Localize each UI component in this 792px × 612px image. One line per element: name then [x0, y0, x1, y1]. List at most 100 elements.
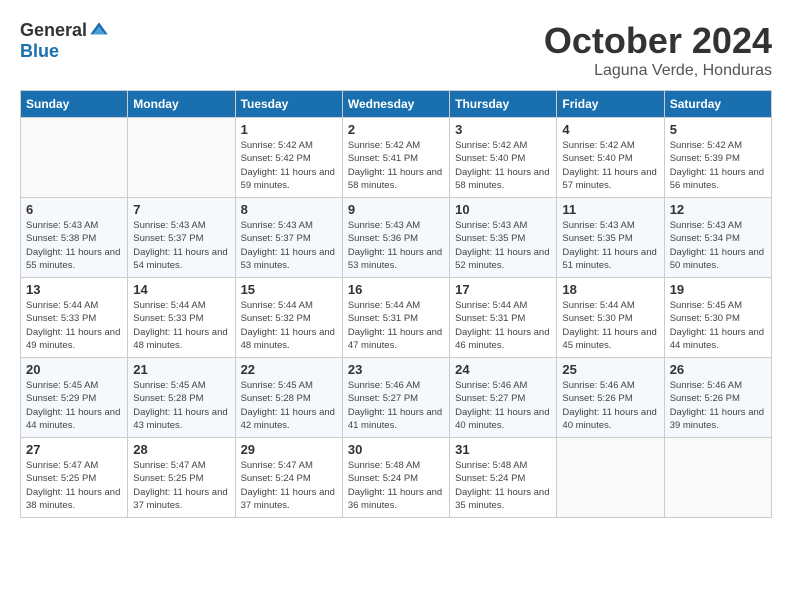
calendar-table: SundayMondayTuesdayWednesdayThursdayFrid…	[20, 90, 772, 518]
day-info: Sunrise: 5:43 AMSunset: 5:38 PMDaylight:…	[26, 219, 122, 272]
day-info: Sunrise: 5:45 AMSunset: 5:28 PMDaylight:…	[241, 379, 337, 432]
day-number: 17	[455, 282, 551, 297]
calendar-cell: 4 Sunrise: 5:42 AMSunset: 5:40 PMDaylight…	[557, 118, 664, 198]
day-number: 7	[133, 202, 229, 217]
header-day: Sunday	[21, 91, 128, 118]
day-number: 27	[26, 442, 122, 457]
day-number: 15	[241, 282, 337, 297]
calendar-week-row: 20Sunrise: 5:45 AMSunset: 5:29 PMDayligh…	[21, 358, 772, 438]
day-number: 28	[133, 442, 229, 457]
calendar-week-row: 6 Sunrise: 5:43 AMSunset: 5:38 PMDaylight…	[21, 198, 772, 278]
day-number: 3	[455, 122, 551, 137]
day-info: Sunrise: 5:47 AMSunset: 5:25 PMDaylight:…	[26, 459, 122, 512]
calendar-cell: 12 Sunrise: 5:43 AMSunset: 5:34 PMDayligh…	[664, 198, 771, 278]
day-info: Sunrise: 5:42 AMSunset: 5:41 PMDaylight:…	[348, 139, 444, 192]
day-number: 30	[348, 442, 444, 457]
day-info: Sunrise: 5:44 AMSunset: 5:31 PMDaylight:…	[348, 299, 444, 352]
logo-icon	[89, 21, 109, 41]
day-number: 1	[241, 122, 337, 137]
day-info: Sunrise: 5:45 AMSunset: 5:28 PMDaylight:…	[133, 379, 229, 432]
calendar-cell: 28Sunrise: 5:47 AMSunset: 5:25 PMDayligh…	[128, 438, 235, 518]
day-info: Sunrise: 5:46 AMSunset: 5:26 PMDaylight:…	[562, 379, 658, 432]
location-subtitle: Laguna Verde, Honduras	[544, 62, 772, 80]
day-number: 31	[455, 442, 551, 457]
day-number: 24	[455, 362, 551, 377]
day-info: Sunrise: 5:44 AMSunset: 5:33 PMDaylight:…	[133, 299, 229, 352]
day-info: Sunrise: 5:45 AMSunset: 5:29 PMDaylight:…	[26, 379, 122, 432]
calendar-cell: 27 Sunrise: 5:47 AMSunset: 5:25 PMDayligh…	[21, 438, 128, 518]
logo-blue-text: Blue	[20, 41, 59, 62]
header-day: Wednesday	[342, 91, 449, 118]
day-info: Sunrise: 5:44 AMSunset: 5:31 PMDaylight:…	[455, 299, 551, 352]
calendar-cell	[21, 118, 128, 198]
calendar-cell: 10 Sunrise: 5:43 AMSunset: 5:35 PMDayligh…	[450, 198, 557, 278]
calendar-cell: 22Sunrise: 5:45 AMSunset: 5:28 PMDayligh…	[235, 358, 342, 438]
day-number: 18	[562, 282, 658, 297]
day-number: 14	[133, 282, 229, 297]
header-day: Thursday	[450, 91, 557, 118]
day-info: Sunrise: 5:43 AMSunset: 5:36 PMDaylight:…	[348, 219, 444, 272]
day-number: 5	[670, 122, 766, 137]
day-info: Sunrise: 5:42 AMSunset: 5:42 PMDaylight:…	[241, 139, 337, 192]
day-info: Sunrise: 5:42 AMSunset: 5:40 PMDaylight:…	[562, 139, 658, 192]
day-info: Sunrise: 5:48 AMSunset: 5:24 PMDaylight:…	[455, 459, 551, 512]
day-info: Sunrise: 5:46 AMSunset: 5:26 PMDaylight:…	[670, 379, 766, 432]
calendar-cell: 26 Sunrise: 5:46 AMSunset: 5:26 PMDayligh…	[664, 358, 771, 438]
calendar-cell: 17 Sunrise: 5:44 AMSunset: 5:31 PMDayligh…	[450, 278, 557, 358]
day-number: 13	[26, 282, 122, 297]
day-info: Sunrise: 5:43 AMSunset: 5:37 PMDaylight:…	[133, 219, 229, 272]
calendar-cell: 16 Sunrise: 5:44 AMSunset: 5:31 PMDayligh…	[342, 278, 449, 358]
calendar-cell: 14 Sunrise: 5:44 AMSunset: 5:33 PMDayligh…	[128, 278, 235, 358]
calendar-cell: 29 Sunrise: 5:47 AMSunset: 5:24 PMDayligh…	[235, 438, 342, 518]
day-info: Sunrise: 5:48 AMSunset: 5:24 PMDaylight:…	[348, 459, 444, 512]
calendar-cell: 21 Sunrise: 5:45 AMSunset: 5:28 PMDayligh…	[128, 358, 235, 438]
calendar-cell: 23 Sunrise: 5:46 AMSunset: 5:27 PMDayligh…	[342, 358, 449, 438]
day-number: 6	[26, 202, 122, 217]
calendar-cell	[664, 438, 771, 518]
calendar-cell: 15 Sunrise: 5:44 AMSunset: 5:32 PMDayligh…	[235, 278, 342, 358]
day-number: 9	[348, 202, 444, 217]
day-number: 23	[348, 362, 444, 377]
calendar-cell: 24Sunrise: 5:46 AMSunset: 5:27 PMDayligh…	[450, 358, 557, 438]
day-info: Sunrise: 5:46 AMSunset: 5:27 PMDaylight:…	[348, 379, 444, 432]
calendar-cell: 31 Sunrise: 5:48 AMSunset: 5:24 PMDayligh…	[450, 438, 557, 518]
logo: General Blue	[20, 20, 109, 62]
calendar-cell: 19Sunrise: 5:45 AMSunset: 5:30 PMDayligh…	[664, 278, 771, 358]
day-info: Sunrise: 5:47 AMSunset: 5:24 PMDaylight:…	[241, 459, 337, 512]
day-info: Sunrise: 5:43 AMSunset: 5:34 PMDaylight:…	[670, 219, 766, 272]
calendar-week-row: 1 Sunrise: 5:42 AMSunset: 5:42 PMDaylight…	[21, 118, 772, 198]
day-info: Sunrise: 5:42 AMSunset: 5:40 PMDaylight:…	[455, 139, 551, 192]
calendar-cell: 30 Sunrise: 5:48 AMSunset: 5:24 PMDayligh…	[342, 438, 449, 518]
day-number: 2	[348, 122, 444, 137]
header-row: SundayMondayTuesdayWednesdayThursdayFrid…	[21, 91, 772, 118]
day-number: 11	[562, 202, 658, 217]
day-info: Sunrise: 5:44 AMSunset: 5:33 PMDaylight:…	[26, 299, 122, 352]
day-info: Sunrise: 5:43 AMSunset: 5:35 PMDaylight:…	[455, 219, 551, 272]
day-number: 8	[241, 202, 337, 217]
calendar-cell: 5Sunrise: 5:42 AMSunset: 5:39 PMDaylight…	[664, 118, 771, 198]
day-number: 4	[562, 122, 658, 137]
calendar-week-row: 13 Sunrise: 5:44 AMSunset: 5:33 PMDayligh…	[21, 278, 772, 358]
day-number: 21	[133, 362, 229, 377]
page-header: General Blue October 2024 Laguna Verde, …	[20, 20, 772, 80]
calendar-cell	[557, 438, 664, 518]
header-day: Friday	[557, 91, 664, 118]
calendar-cell: 18Sunrise: 5:44 AMSunset: 5:30 PMDayligh…	[557, 278, 664, 358]
day-number: 10	[455, 202, 551, 217]
header-day: Saturday	[664, 91, 771, 118]
calendar-cell: 9 Sunrise: 5:43 AMSunset: 5:36 PMDaylight…	[342, 198, 449, 278]
calendar-cell: 1 Sunrise: 5:42 AMSunset: 5:42 PMDaylight…	[235, 118, 342, 198]
header-day: Monday	[128, 91, 235, 118]
day-number: 26	[670, 362, 766, 377]
day-info: Sunrise: 5:43 AMSunset: 5:35 PMDaylight:…	[562, 219, 658, 272]
day-info: Sunrise: 5:44 AMSunset: 5:32 PMDaylight:…	[241, 299, 337, 352]
day-number: 12	[670, 202, 766, 217]
calendar-week-row: 27 Sunrise: 5:47 AMSunset: 5:25 PMDayligh…	[21, 438, 772, 518]
calendar-cell: 8Sunrise: 5:43 AMSunset: 5:37 PMDaylight…	[235, 198, 342, 278]
day-number: 16	[348, 282, 444, 297]
day-info: Sunrise: 5:45 AMSunset: 5:30 PMDaylight:…	[670, 299, 766, 352]
day-number: 29	[241, 442, 337, 457]
calendar-cell: 11 Sunrise: 5:43 AMSunset: 5:35 PMDayligh…	[557, 198, 664, 278]
calendar-cell: 25Sunrise: 5:46 AMSunset: 5:26 PMDayligh…	[557, 358, 664, 438]
calendar-cell: 2 Sunrise: 5:42 AMSunset: 5:41 PMDaylight…	[342, 118, 449, 198]
